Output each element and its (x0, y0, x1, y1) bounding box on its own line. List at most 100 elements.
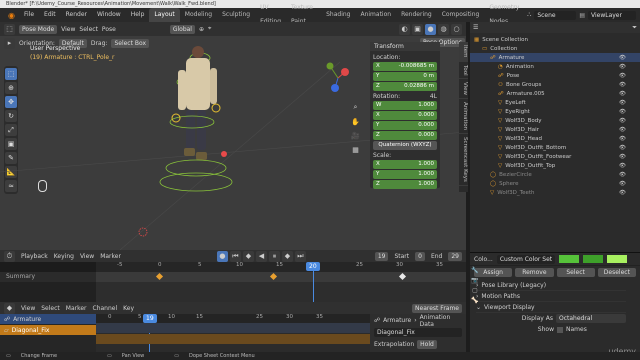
outliner-item[interactable]: ▽ EyeLeft 👁 (470, 98, 640, 107)
end-frame-field[interactable]: 29 (448, 251, 462, 261)
outliner-item[interactable]: ▽ Wolf3D_Outfit_Bottom 👁 (470, 143, 640, 152)
section-motion-paths[interactable]: Motion Paths (481, 293, 520, 300)
tab-compositing[interactable]: Compositing (437, 8, 485, 22)
visibility-eye-icon[interactable]: 👁 (619, 109, 626, 115)
armature-keyframe-track[interactable] (96, 323, 370, 333)
playhead-frame-label[interactable]: 20 (306, 262, 320, 271)
dopesheet-playhead-label[interactable]: 19 (143, 314, 157, 323)
visibility-eye-icon[interactable]: 👁 (619, 64, 626, 70)
tab-shading[interactable]: Shading (321, 8, 355, 22)
outliner-item[interactable]: ◯ BezierCircle 👁 (470, 170, 640, 179)
timeline-view-menu[interactable]: View (80, 253, 94, 260)
location-z-field[interactable]: Z 0.02886 m (373, 82, 437, 91)
jump-start-icon[interactable]: ⏮ (229, 250, 241, 262)
start-frame-field[interactable]: 0 (415, 251, 425, 261)
outliner-item[interactable]: ☍ Armature.005 👁 (470, 89, 640, 98)
outliner-item[interactable]: ◯ Sphere 👁 (470, 179, 640, 188)
visibility-eye-icon[interactable]: 👁 (619, 118, 626, 124)
outliner-item[interactable]: ▽ Wolf3D_Head 👁 (470, 134, 640, 143)
outliner-item[interactable]: ▽ Wolf3D_Hair 👁 (470, 125, 640, 134)
names-checkbox[interactable] (557, 326, 563, 333)
keying-menu[interactable]: Keying (54, 253, 74, 260)
color-set-dropdown[interactable]: Custom Color Set (496, 254, 556, 264)
bone-tab-icon[interactable]: 🦴 (470, 295, 480, 305)
rotation-z-field[interactable]: Z 0.000 (373, 131, 437, 140)
menu-help[interactable]: Help (126, 8, 150, 22)
outliner-item[interactable]: ▽ EyeRight 👁 (470, 107, 640, 116)
location-x-field[interactable]: X -0.008685 m (373, 62, 437, 71)
extrapolation-dropdown[interactable]: Hold (417, 340, 437, 349)
timeline-editor-icon[interactable]: ⏱ (4, 250, 15, 262)
scale-y-field[interactable]: Y 1.000 (373, 170, 437, 179)
prev-key-icon[interactable]: ◆ (242, 250, 254, 262)
action-field[interactable]: Diagonal_Fix (374, 328, 462, 337)
outliner-item[interactable]: ☍ Armature 👁 (470, 53, 640, 62)
menu-window[interactable]: Window (92, 8, 126, 22)
dopesheet-channel-menu[interactable]: Channel (93, 305, 118, 312)
play-reverse-icon[interactable]: ◀ (255, 250, 267, 262)
outliner-item[interactable]: ⚇ Bone Groups 👁 (470, 80, 640, 89)
timeline-marker-menu[interactable]: Marker (100, 253, 121, 260)
render-tab-icon[interactable]: 📷 (470, 275, 480, 285)
display-as-dropdown[interactable]: Octahedral (556, 314, 626, 323)
dopesheet-editor-icon[interactable]: ◆ (4, 302, 15, 314)
keyframe[interactable] (269, 272, 278, 281)
scene-selector[interactable]: Scene (534, 10, 577, 20)
visibility-eye-icon[interactable]: 👁 (619, 145, 626, 151)
color-swatch-1[interactable] (559, 255, 580, 263)
tab-layout[interactable]: Layout (149, 8, 180, 22)
navigation-gizmo[interactable] (326, 62, 350, 93)
menu-render[interactable]: Render (61, 8, 92, 22)
keyframe[interactable] (398, 272, 407, 281)
channel-armature[interactable]: ☍ Armature (0, 314, 96, 324)
jump-end-icon[interactable]: ⏭ (294, 250, 306, 262)
tab-rendering[interactable]: Rendering (396, 8, 437, 22)
outliner-item[interactable]: ▽ Wolf3D_Body 👁 (470, 116, 640, 125)
section-pose-library[interactable]: Pose Library (Legacy) (481, 282, 546, 289)
pause-icon[interactable]: ⏸ (268, 250, 280, 262)
visibility-eye-icon[interactable]: 👁 (619, 100, 626, 106)
tab-view[interactable]: View (459, 79, 468, 100)
view-layer-selector[interactable]: ViewLayer (588, 10, 636, 20)
outliner-item[interactable]: ▭ Collection (470, 44, 640, 53)
color-swatch-2[interactable] (583, 255, 604, 263)
outliner-item[interactable]: ☍ Pose 👁 (470, 71, 640, 80)
tab-tool[interactable]: Tool (459, 62, 468, 80)
camera-icon[interactable]: 🎥 (350, 130, 361, 141)
outliner-item[interactable]: ◔ Animation 👁 (470, 62, 640, 71)
visibility-eye-icon[interactable]: 👁 (619, 55, 626, 61)
visibility-eye-icon[interactable]: 👁 (619, 154, 626, 160)
menu-edit[interactable]: Edit (39, 8, 61, 22)
visibility-eye-icon[interactable]: 👁 (619, 163, 626, 169)
keyframe[interactable] (155, 272, 164, 281)
blender-logo-icon[interactable]: ◉ (4, 11, 19, 20)
rotation-mode-badge[interactable]: 4L (430, 93, 437, 100)
dopesheet-ruler[interactable]: 0 5 10 15 25 30 35 (96, 314, 370, 323)
menu-file[interactable]: File (19, 8, 39, 22)
zoom-icon[interactable]: ⌕ (350, 102, 361, 113)
outliner-editor-icon[interactable]: ☰ (473, 24, 478, 31)
scale-x-field[interactable]: X 1.000 (373, 160, 437, 169)
pan-hand-icon[interactable]: ✋ (350, 116, 361, 127)
visibility-eye-icon[interactable]: 👁 (619, 127, 626, 133)
tab-modeling[interactable]: Modeling (180, 8, 217, 22)
location-y-field[interactable]: Y0 m (373, 72, 437, 81)
tab-animation[interactable]: Animation (355, 8, 396, 22)
character-rig[interactable] (159, 46, 233, 192)
next-key-icon[interactable]: ◆ (281, 250, 293, 262)
visibility-eye-icon[interactable]: 👁 (619, 91, 626, 97)
filter-icon[interactable]: ⏷ (632, 24, 637, 32)
rotation-x-field[interactable]: X 0.000 (373, 111, 437, 120)
outliner-item[interactable]: ▽ Wolf3D_Outfit_Top 👁 (470, 161, 640, 170)
outliner-item[interactable]: ▽ Wolf3D_Outfit_Footwear 👁 (470, 152, 640, 161)
tab-item[interactable]: Item (459, 42, 468, 62)
visibility-eye-icon[interactable]: 👁 (619, 73, 626, 79)
channel-action[interactable]: ▱ Diagonal_Fix (0, 325, 96, 335)
section-viewport-display[interactable]: Viewport Display (484, 304, 535, 311)
rotation-y-field[interactable]: Y 0.000 (373, 121, 437, 130)
visibility-eye-icon[interactable]: 👁 (619, 190, 626, 196)
deselect-button[interactable]: Deselect (597, 267, 636, 277)
tool-tab-icon[interactable]: 🔧 (470, 265, 480, 275)
action-keyframe-track[interactable] (96, 334, 370, 344)
dopesheet-select-menu[interactable]: Select (41, 305, 60, 312)
